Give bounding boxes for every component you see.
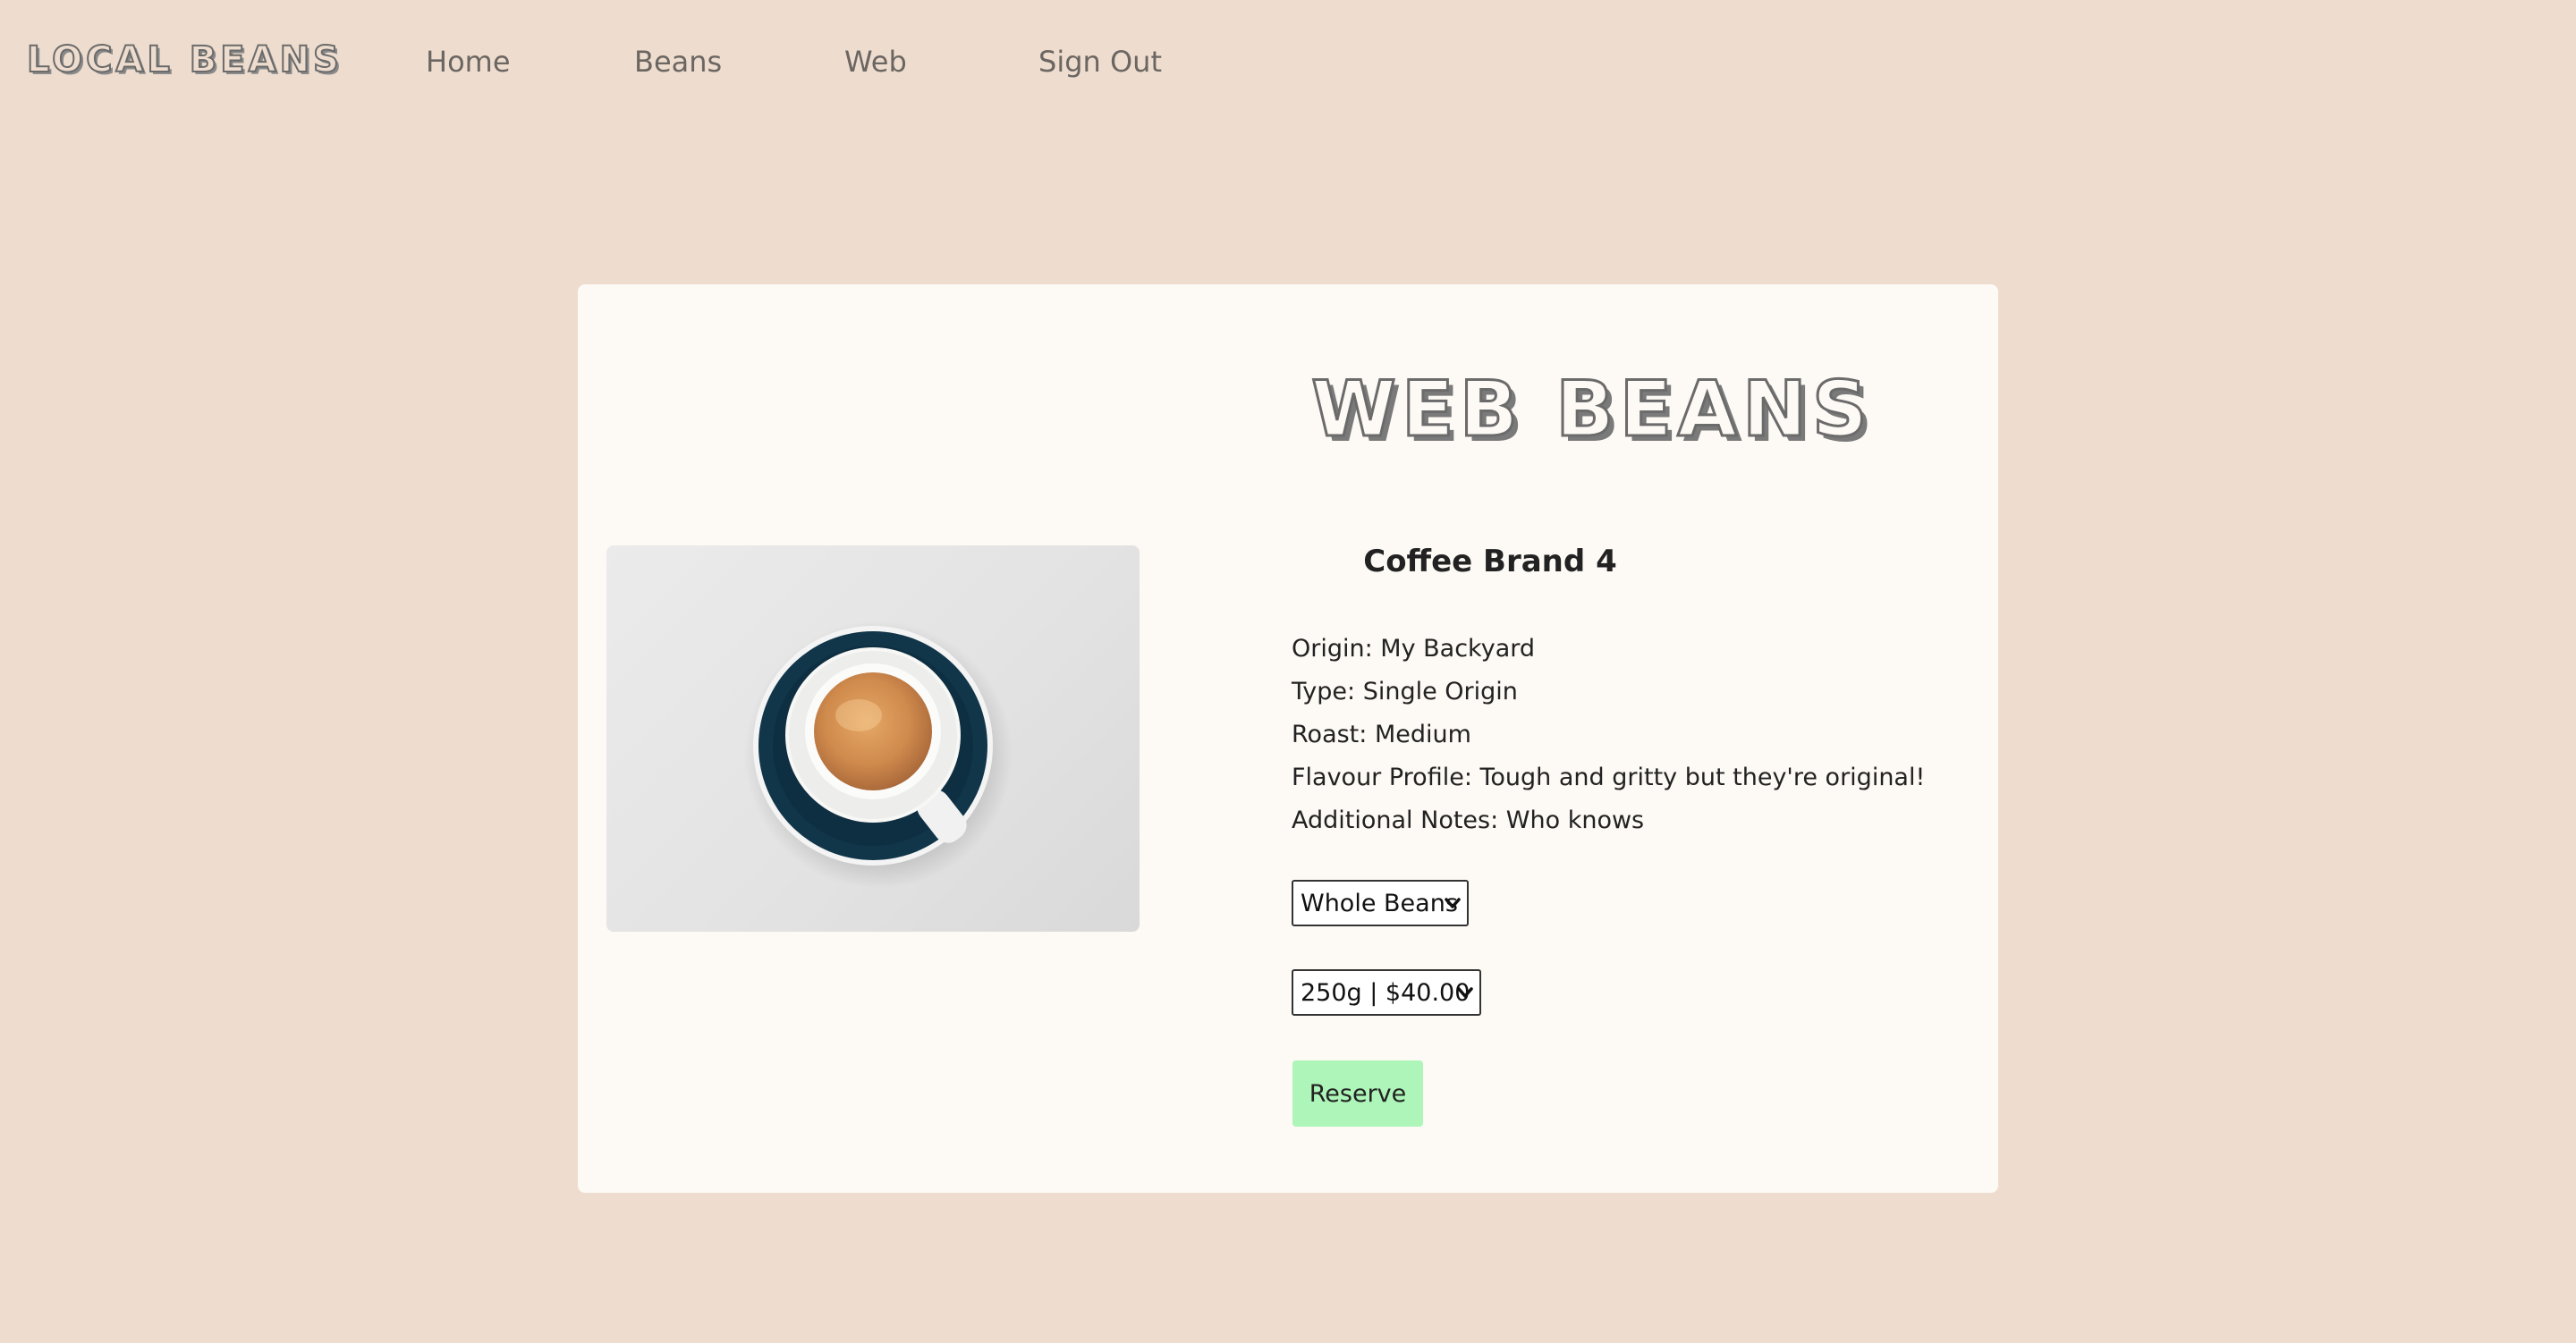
reserve-button[interactable]: Reserve	[1292, 1060, 1423, 1127]
nav-link-home[interactable]: Home	[426, 45, 511, 79]
product-brand-name: Coffee Brand 4	[1363, 544, 1617, 579]
product-image	[606, 545, 1140, 932]
grind-type-select[interactable]: Whole Beans	[1292, 880, 1469, 926]
detail-type: Type: Single Origin	[1292, 678, 1518, 705]
product-card: WEB BEANS Coffee Brand 4 Origin: My Back…	[578, 284, 1998, 1193]
grind-type-selected-value: Whole Beans	[1301, 889, 1458, 917]
nav-link-web[interactable]: Web	[844, 45, 907, 79]
top-navigation: LOCAL BEANS Home Beans Web Sign Out	[0, 0, 2576, 134]
detail-flavour-profile: Flavour Profile: Tough and gritty but th…	[1292, 764, 1926, 791]
nav-link-beans[interactable]: Beans	[634, 45, 722, 79]
chevron-down-icon	[1457, 987, 1473, 998]
size-price-select[interactable]: 250g | $40.00	[1292, 969, 1481, 1016]
chevron-down-icon	[1445, 898, 1461, 908]
detail-origin: Origin: My Backyard	[1292, 635, 1536, 663]
espresso-cup-image	[744, 621, 1013, 889]
page-title: WEB BEANS	[1310, 364, 1873, 456]
product-details: Origin: My Backyard Type: Single Origin …	[1292, 628, 1925, 842]
size-price-selected-value: 250g | $40.00	[1301, 978, 1470, 1007]
detail-additional-notes: Additional Notes: Who knows	[1292, 807, 1645, 834]
nav-link-sign-out[interactable]: Sign Out	[1038, 45, 1162, 79]
site-logo[interactable]: LOCAL BEANS	[26, 38, 343, 81]
detail-roast: Roast: Medium	[1292, 721, 1471, 748]
